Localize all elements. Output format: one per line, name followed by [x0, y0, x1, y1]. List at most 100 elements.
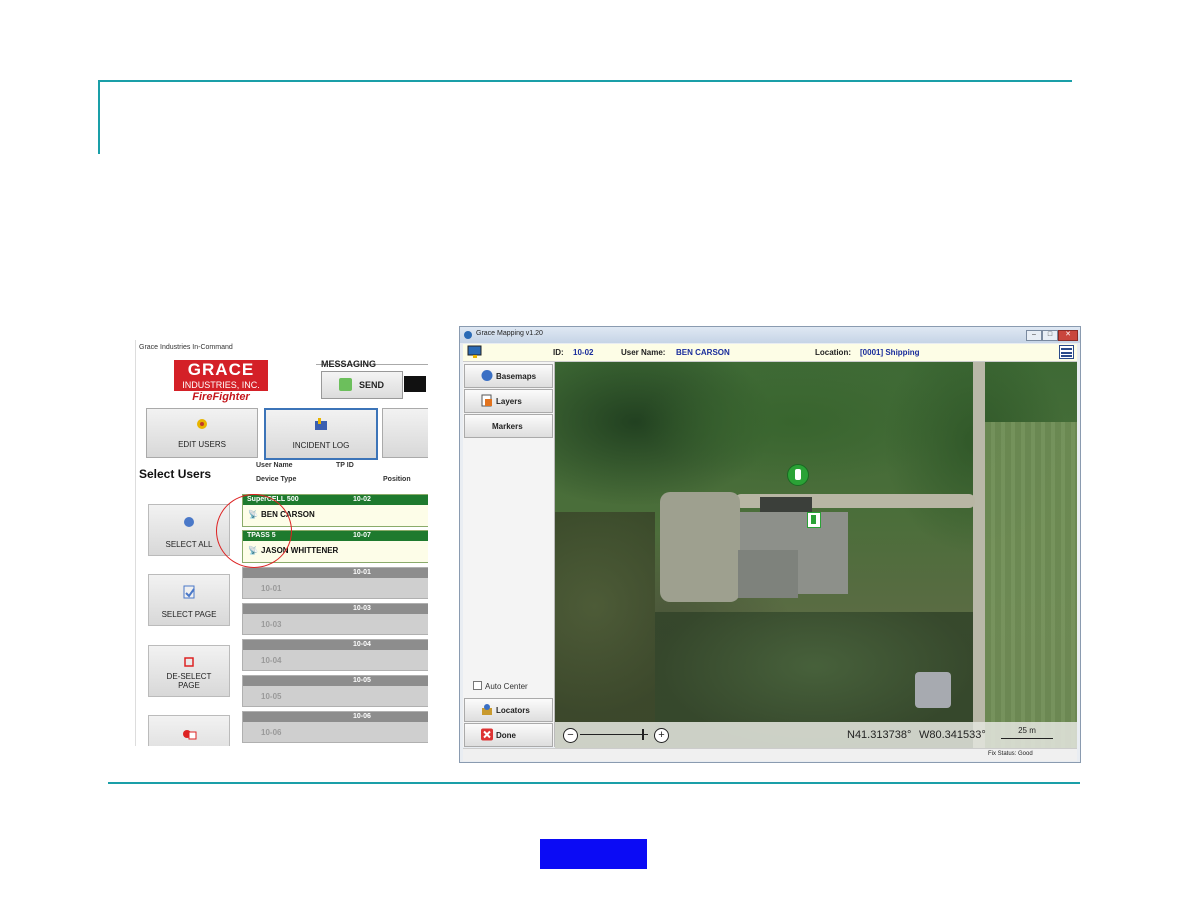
house	[915, 672, 951, 708]
incident-log-button[interactable]: INCIDENT LOG	[264, 408, 378, 460]
select-users-title: Select Users	[139, 467, 212, 481]
person-icon	[811, 515, 816, 524]
monitor-icon[interactable]	[467, 345, 483, 359]
slot-id: 10-01	[261, 584, 282, 593]
incommand-window: Grace Industries In-Command GRACE INDUST…	[135, 340, 428, 746]
footer-rule	[108, 782, 1080, 784]
markers-button[interactable]: Markers	[464, 414, 553, 438]
mapping-titlebar: Grace Mapping v1.20 – □ ✕	[460, 327, 1080, 343]
longitude-readout: W80.341533°	[919, 729, 986, 741]
close-x-icon	[481, 728, 493, 741]
user-slot-10-06[interactable]: 10-06 10-06	[242, 711, 428, 743]
user-slot-10-01[interactable]: 10-01 10-01	[242, 567, 428, 599]
slot-id: 10-06	[261, 728, 282, 737]
slot-id: 10-03	[261, 620, 282, 629]
tp-id: 10-07	[353, 532, 371, 539]
header-left-rule	[98, 80, 100, 154]
col-user-name: User Name	[256, 462, 293, 469]
globe-icon	[481, 370, 493, 381]
incident-log-label: INCIDENT LOG	[292, 441, 350, 450]
latitude-readout: N41.313738°	[847, 729, 912, 741]
select-page-button[interactable]: SELECT PAGE	[148, 574, 230, 626]
fix-status: Fix Status: Good	[988, 751, 1033, 757]
zoom-in-button[interactable]: +	[654, 728, 669, 743]
auto-center-label: Auto Center	[485, 682, 528, 691]
col-position: Position	[383, 476, 411, 483]
left-panel: Basemaps Layers Markers Auto Center Loca…	[463, 362, 555, 747]
col-tp-id: TP ID	[336, 462, 354, 469]
minimize-button[interactable]: –	[1026, 330, 1042, 341]
partial-button[interactable]: D	[382, 408, 428, 458]
list-icon[interactable]	[1059, 345, 1074, 359]
location-label: Location:	[815, 348, 851, 357]
parking-lot	[660, 492, 740, 602]
scale-bar: 25 m	[1001, 726, 1053, 739]
zoom-slider-thumb[interactable]	[642, 729, 644, 740]
tp-id: 10-06	[353, 713, 371, 720]
user-name-value: BEN CARSON	[676, 348, 730, 357]
slot-header: 10-01	[243, 568, 428, 578]
send-button[interactable]: SEND	[321, 371, 403, 399]
checkbox-box[interactable]	[473, 681, 482, 690]
layers-button[interactable]: Layers	[464, 389, 553, 413]
basemaps-label: Basemaps	[496, 372, 537, 381]
auto-center-checkbox[interactable]: Auto Center	[473, 681, 528, 691]
locators-label: Locators	[496, 706, 530, 715]
send-arrow-icon	[339, 378, 352, 391]
header-top-rule	[98, 80, 1072, 82]
user-marker-icon[interactable]	[787, 464, 809, 486]
slot-header: 10-06	[243, 712, 428, 722]
slot-header: 10-04	[243, 640, 428, 650]
deselect-all-button[interactable]	[148, 715, 230, 746]
user-slot-10-04[interactable]: 10-04 10-04	[242, 639, 428, 671]
maximize-button[interactable]: □	[1042, 330, 1058, 341]
done-label: Done	[496, 731, 516, 740]
mapping-window: Grace Mapping v1.20 – □ ✕ ID: 10-02 User…	[459, 326, 1081, 763]
tree-area	[555, 512, 655, 748]
users-gear-icon	[197, 419, 207, 429]
satellite-map[interactable]	[555, 362, 1077, 748]
logo-grace-text: GRACE	[174, 360, 268, 380]
message-indicator	[404, 376, 426, 392]
deselect-icon	[184, 657, 194, 667]
navigation-button[interactable]	[540, 839, 647, 869]
done-button[interactable]: Done	[464, 723, 553, 747]
col-device-type: Device Type	[256, 476, 297, 483]
layers-icon	[481, 394, 492, 407]
partial-button-label: D	[419, 440, 428, 449]
select-all-icon	[184, 517, 194, 527]
tp-id: 10-04	[353, 641, 371, 648]
building-wing	[738, 550, 798, 598]
log-book-icon	[315, 418, 327, 430]
deselect-page-button[interactable]: DE-SELECT PAGE	[148, 645, 230, 697]
status-bar: Fix Status: Good	[463, 748, 1077, 761]
zoom-slider-track[interactable]	[580, 734, 648, 735]
edit-users-button[interactable]: EDIT USERS	[146, 408, 258, 458]
person-icon	[795, 469, 801, 480]
mapping-window-title: Grace Mapping v1.20	[476, 330, 543, 337]
basemaps-button[interactable]: Basemaps	[464, 364, 553, 388]
locators-icon	[482, 704, 492, 715]
zoom-out-button[interactable]: −	[563, 728, 578, 743]
logo-industries-text: INDUSTRIES, INC.	[174, 380, 268, 391]
layers-label: Layers	[496, 397, 522, 406]
map-footer: − + N41.313738° W80.341533° 25 m	[555, 722, 1077, 748]
deselect-all-icon	[183, 730, 197, 740]
user-slot-10-05[interactable]: 10-05 10-05	[242, 675, 428, 707]
slot-header: 10-05	[243, 676, 428, 686]
id-value: 10-02	[573, 348, 594, 357]
locators-button[interactable]: Locators	[464, 698, 553, 722]
app-icon	[464, 331, 472, 339]
close-button[interactable]: ✕	[1058, 330, 1078, 341]
slot-id: 10-04	[261, 656, 282, 665]
messaging-label: MESSAGING	[321, 359, 377, 369]
user-slot-10-03[interactable]: 10-03 10-03	[242, 603, 428, 635]
highlight-circle	[216, 494, 292, 568]
location-marker-icon[interactable]	[807, 512, 821, 528]
select-page-icon	[183, 585, 195, 599]
tp-id: 10-05	[353, 677, 371, 684]
location-value: [0001] Shipping	[860, 348, 920, 357]
grace-logo: GRACE INDUSTRIES, INC. FireFighter	[172, 360, 270, 403]
send-label: SEND	[359, 380, 385, 390]
markers-label: Markers	[492, 422, 523, 431]
